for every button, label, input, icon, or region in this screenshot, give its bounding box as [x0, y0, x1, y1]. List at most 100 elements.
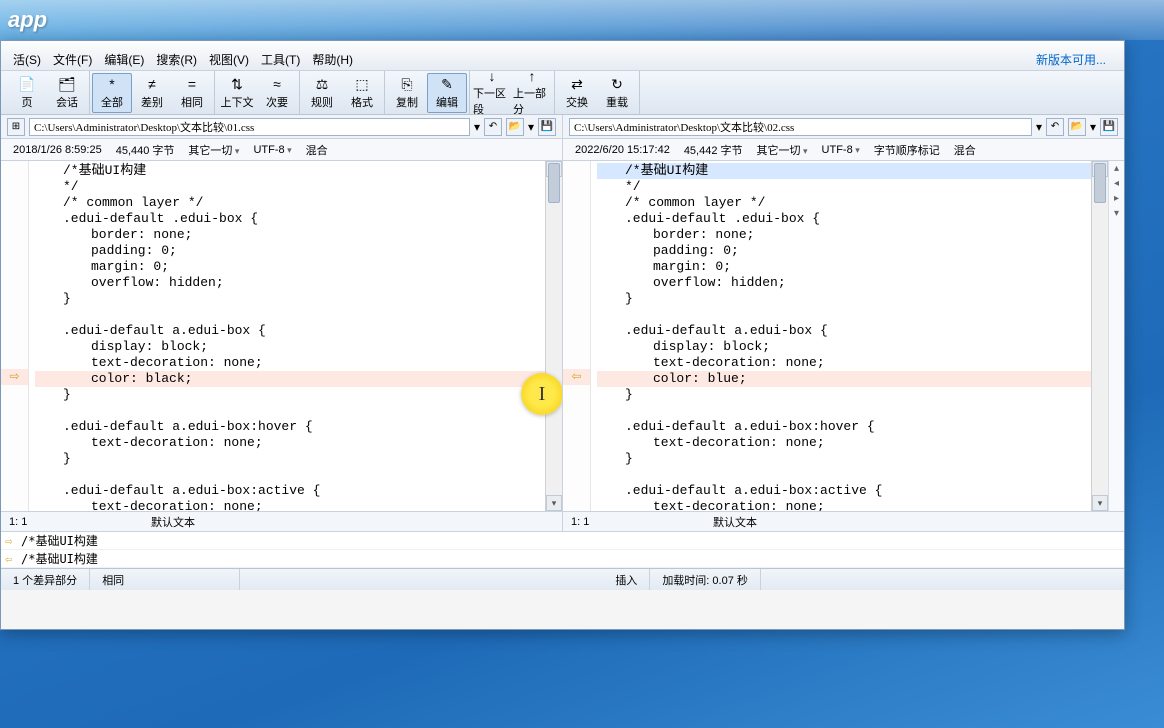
code-line[interactable]: padding: 0; [597, 243, 1091, 259]
code-line[interactable] [35, 403, 545, 419]
toolbar-相同-button[interactable]: =相同 [172, 73, 212, 113]
history-back-icon[interactable]: ↶ [1046, 118, 1064, 136]
scroll-thumb[interactable] [1094, 163, 1106, 203]
extra-dropdown[interactable]: 其它一切 [757, 142, 808, 158]
code-line[interactable]: color: black; [35, 371, 545, 387]
code-line[interactable] [597, 403, 1091, 419]
open-folder-icon[interactable]: 📂 [1068, 118, 1086, 136]
code-line[interactable]: } [597, 387, 1091, 403]
code-line[interactable]: .edui-default .edui-box { [35, 211, 545, 227]
nav-top-icon[interactable]: ▴ [1114, 163, 1119, 174]
code-line[interactable]: text-decoration: none; [35, 355, 545, 371]
encoding-dropdown[interactable]: UTF-8 [253, 144, 291, 156]
menu-item[interactable]: 视图(V) [203, 48, 255, 71]
menu-item[interactable]: 帮助(H) [306, 48, 359, 71]
toolbar-上一部分-button[interactable]: ↑上一部分 [512, 73, 552, 113]
scroll-thumb[interactable] [548, 163, 560, 203]
code-line[interactable]: } [35, 291, 545, 307]
nav-prev-icon[interactable]: ◂ [1114, 178, 1119, 189]
code-line[interactable]: */ [35, 179, 545, 195]
code-line[interactable]: border: none; [35, 227, 545, 243]
code-line[interactable]: text-decoration: none; [597, 355, 1091, 371]
code-line[interactable] [597, 307, 1091, 323]
code-line[interactable]: .edui-default a.edui-box:active { [597, 483, 1091, 499]
code-line[interactable]: } [35, 451, 545, 467]
nav-next-icon[interactable]: ▸ [1114, 193, 1119, 204]
code-line[interactable]: overflow: hidden; [35, 275, 545, 291]
menu-item[interactable]: 文件(F) [47, 48, 98, 71]
toolbar-复制-button[interactable]: ⎘复制 [387, 73, 427, 113]
menu-item[interactable]: 工具(T) [255, 48, 306, 71]
toolbar-格式-button[interactable]: ⬚格式 [342, 73, 382, 113]
code-line[interactable]: /*基础UI构建 [35, 163, 545, 179]
save-icon[interactable]: 💾 [538, 118, 556, 136]
code-line[interactable]: } [35, 387, 545, 403]
code-line[interactable]: .edui-default a.edui-box:active { [35, 483, 545, 499]
code-line[interactable]: /* common layer */ [597, 195, 1091, 211]
code-line[interactable]: display: block; [597, 339, 1091, 355]
code-line[interactable]: .edui-default a.edui-box:hover { [597, 419, 1091, 435]
code-line[interactable] [35, 307, 545, 323]
code-line[interactable] [35, 467, 545, 483]
sync-line[interactable]: ⇨/*基础UI构建 [1, 532, 1124, 550]
code-line[interactable]: text-decoration: none; [35, 435, 545, 451]
code-line[interactable]: .edui-default a.edui-box { [597, 323, 1091, 339]
code-line[interactable]: .edui-default a.edui-box:hover { [35, 419, 545, 435]
toolbar-全部-button[interactable]: *全部 [92, 73, 132, 113]
code-line[interactable]: display: block; [35, 339, 545, 355]
extra-dropdown[interactable]: 其它一切 [188, 142, 239, 158]
dropdown-icon[interactable]: ▾ [1036, 120, 1042, 134]
code-line[interactable]: padding: 0; [35, 243, 545, 259]
open-folder-icon[interactable]: 📂 [506, 118, 524, 136]
code-line[interactable]: border: none; [597, 227, 1091, 243]
toolbar-规则-button[interactable]: ⚖规则 [302, 73, 342, 113]
right-scrollbar[interactable]: ▴ ▾ [1091, 161, 1108, 511]
toolbar-重载-button[interactable]: ↻重载 [597, 73, 637, 113]
toolbar-编辑-button[interactable]: ✎编辑 [427, 73, 467, 113]
toolbar-交换-button[interactable]: ⇄交换 [557, 73, 597, 113]
code-line[interactable]: text-decoration: none; [597, 499, 1091, 511]
toolbar-上下文-button[interactable]: ⇅上下文 [217, 73, 257, 113]
save-icon[interactable]: 💾 [1100, 118, 1118, 136]
toolbar-次要-button[interactable]: ≈次要 [257, 73, 297, 113]
code-line[interactable]: overflow: hidden; [597, 275, 1091, 291]
dropdown-icon[interactable]: ▾ [1090, 120, 1096, 134]
code-line[interactable]: .edui-default a.edui-box { [35, 323, 545, 339]
menu-item[interactable]: 编辑(E) [98, 48, 150, 71]
code-line[interactable]: color: blue; [597, 371, 1091, 387]
new-version-link[interactable]: 新版本可用... [1030, 48, 1112, 71]
left-code[interactable]: /*基础UI构建*//* common layer */.edui-defaul… [29, 161, 545, 511]
code-line[interactable]: } [597, 451, 1091, 467]
code-line[interactable]: } [597, 291, 1091, 307]
right-code[interactable]: /*基础UI构建*//* common layer */.edui-defaul… [591, 161, 1091, 511]
menu-item[interactable]: 活(S) [7, 48, 47, 71]
nav-down-icon[interactable]: ▾ [1114, 208, 1119, 219]
code-line[interactable]: */ [597, 179, 1091, 195]
scroll-down-icon[interactable]: ▾ [546, 495, 562, 511]
code-line[interactable]: .edui-default .edui-box { [597, 211, 1091, 227]
sync-line[interactable]: ⇦/*基础UI构建 [1, 550, 1124, 568]
expand-icon[interactable]: ⊞ [7, 118, 25, 136]
code-line[interactable]: /* common layer */ [35, 195, 545, 211]
left-scrollbar[interactable]: ▴ ▾ [545, 161, 562, 511]
code-line[interactable]: /*基础UI构建 [597, 163, 1091, 179]
toolbar-页-button[interactable]: 📄页 [7, 73, 47, 113]
scroll-down-icon[interactable]: ▾ [1092, 495, 1108, 511]
left-path-input[interactable] [29, 118, 470, 136]
dropdown-icon[interactable]: ▾ [474, 120, 480, 134]
code-line[interactable]: margin: 0; [35, 259, 545, 275]
toolbar-下一区段-button[interactable]: ↓下一区段 [472, 73, 512, 113]
menu-item[interactable]: 搜索(R) [150, 48, 203, 71]
dropdown-icon[interactable]: ▾ [528, 120, 534, 134]
toolbar-icon: = [183, 75, 201, 93]
code-line[interactable] [597, 467, 1091, 483]
encoding-dropdown[interactable]: UTF-8 [822, 144, 860, 156]
toolbar-会话-button[interactable]: 🗂会话 [47, 73, 87, 113]
right-path-input[interactable] [569, 118, 1032, 136]
code-line[interactable]: margin: 0; [597, 259, 1091, 275]
toolbar-icon: ⇅ [228, 75, 246, 93]
toolbar-差别-button[interactable]: ≠差别 [132, 73, 172, 113]
history-back-icon[interactable]: ↶ [484, 118, 502, 136]
code-line[interactable]: text-decoration: none; [597, 435, 1091, 451]
code-line[interactable]: text-decoration: none; [35, 499, 545, 511]
